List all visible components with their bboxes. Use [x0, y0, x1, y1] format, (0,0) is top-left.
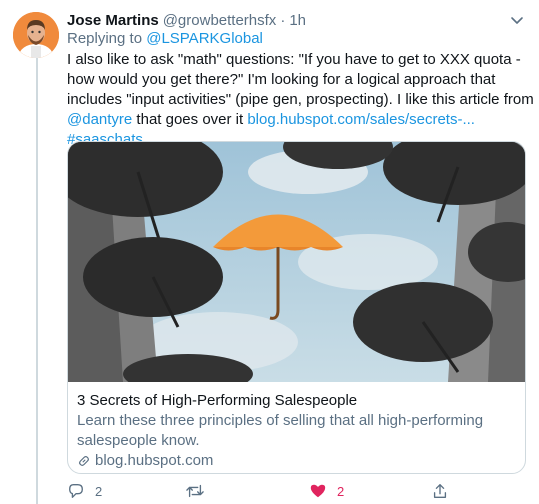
mention-link[interactable]: @dantyre: [67, 111, 132, 128]
tweet-text-line-1: I also like to ask "math" questions: "If…: [67, 51, 521, 68]
reply-button[interactable]: 2: [67, 478, 102, 504]
retweet-button[interactable]: [185, 478, 215, 504]
tweet[interactable]: Jose Martins @growbetterhsfx · 1h Replyi…: [0, 0, 539, 504]
tweet-body: I also like to ask "math" questions: "If…: [67, 50, 534, 150]
link-card[interactable]: 3 Secrets of High-Performing Salespeople…: [67, 141, 526, 474]
retweet-icon: [186, 484, 204, 498]
like-button[interactable]: 2: [309, 478, 344, 504]
author-handle[interactable]: @growbetterhsfx: [163, 12, 277, 29]
card-title[interactable]: 3 Secrets of High-Performing Salespeople: [77, 391, 516, 411]
reply-prefix: Replying to: [67, 30, 143, 47]
author-name[interactable]: Jose Martins: [67, 12, 159, 29]
tweet-text-mid: that goes over it: [132, 111, 248, 128]
separator-dot: ·: [280, 11, 286, 29]
card-domain[interactable]: blog.hubspot.com: [77, 451, 516, 471]
chevron-down-icon[interactable]: [509, 12, 525, 28]
like-count: 2: [337, 483, 345, 499]
link-icon: [79, 456, 89, 466]
card-description: Learn these three principles of selling …: [77, 412, 484, 449]
avatar[interactable]: [13, 12, 59, 58]
tweet-text-line-2: how would you get there?" I'm looking fo…: [67, 71, 496, 88]
heart-icon: [310, 484, 326, 498]
reply-to-mention[interactable]: @LSPARKGlobal: [146, 30, 263, 47]
action-bar: 2 2: [67, 478, 467, 504]
share-icon: [433, 484, 447, 498]
reply-context: Replying to @LSPARKGlobal: [67, 30, 263, 47]
thread-line: [36, 58, 38, 504]
tweet-time[interactable]: 1h: [289, 12, 306, 29]
tweet-text-line-4: @dantyre that goes over it blog.hubspot.…: [67, 110, 527, 130]
tweet-header: Jose Martins @growbetterhsfx · 1h: [67, 10, 525, 30]
tweet-text-line-3: includes "input activities" (pipe gen, p…: [67, 91, 534, 108]
reply-count: 2: [95, 483, 103, 499]
card-domain-text: blog.hubspot.com: [95, 452, 214, 469]
card-text: 3 Secrets of High-Performing Salespeople…: [77, 391, 516, 471]
card-image[interactable]: [68, 142, 525, 382]
article-link[interactable]: blog.hubspot.com/sales/secrets-...: [247, 111, 475, 128]
reply-icon: [69, 484, 83, 498]
share-button[interactable]: [431, 478, 449, 504]
